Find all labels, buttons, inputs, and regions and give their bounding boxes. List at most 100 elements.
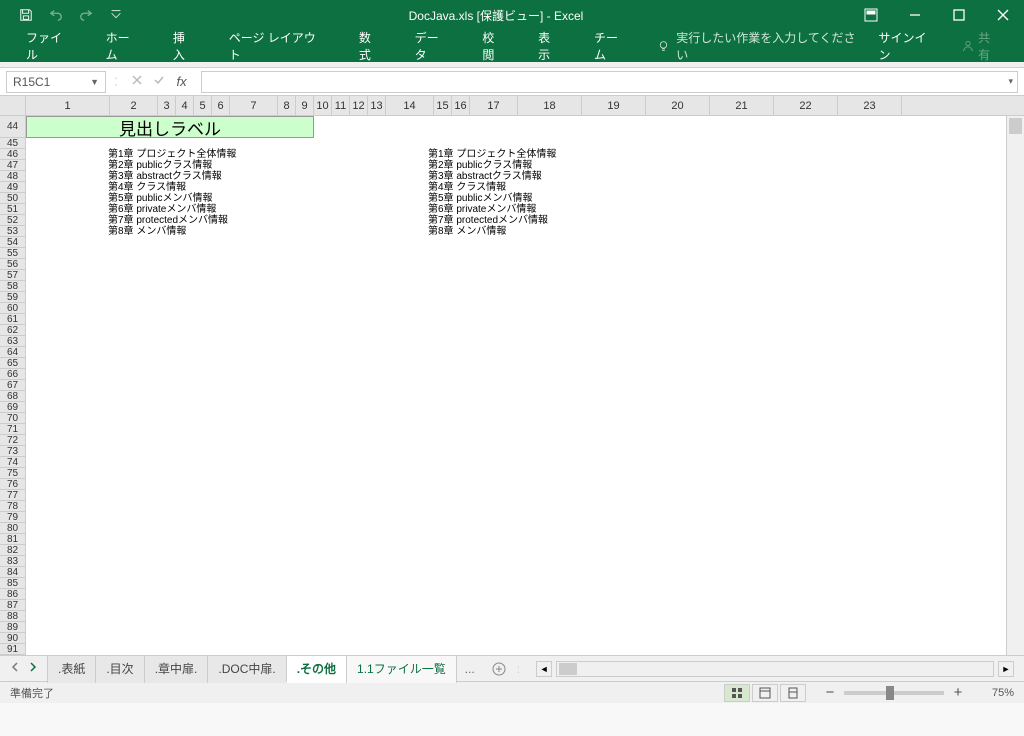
row-header[interactable]: 79: [0, 512, 25, 523]
row-header[interactable]: 56: [0, 259, 25, 270]
hscroll-right-icon[interactable]: ►: [998, 661, 1014, 677]
row-header[interactable]: 48: [0, 171, 25, 182]
row-header[interactable]: 81: [0, 534, 25, 545]
row-header[interactable]: 72: [0, 435, 25, 446]
row-header[interactable]: 75: [0, 468, 25, 479]
formula-expand-icon[interactable]: ▾: [1008, 76, 1013, 87]
list-item[interactable]: 第1章 プロジェクト全体情報: [428, 149, 556, 160]
row-header[interactable]: 91: [0, 644, 25, 655]
list-item[interactable]: 第7章 protectedメンバ情報: [428, 215, 556, 226]
column-header[interactable]: 18: [518, 96, 582, 115]
list-item[interactable]: 第1章 プロジェクト全体情報: [108, 149, 236, 160]
row-header[interactable]: 69: [0, 402, 25, 413]
row-header[interactable]: 57: [0, 270, 25, 281]
row-header[interactable]: 46: [0, 149, 25, 160]
list-item[interactable]: 第5章 publicメンバ情報: [108, 193, 236, 204]
row-header[interactable]: 70: [0, 413, 25, 424]
row-header[interactable]: 68: [0, 391, 25, 402]
sheet-tab[interactable]: .目次: [95, 655, 144, 683]
column-header[interactable]: 7: [230, 96, 278, 115]
tab-view[interactable]: 表示: [522, 23, 578, 69]
row-header[interactable]: 82: [0, 545, 25, 556]
list-item[interactable]: 第4章 クラス情報: [108, 182, 236, 193]
zoom-in-button[interactable]: +: [950, 686, 966, 700]
row-header[interactable]: 85: [0, 578, 25, 589]
row-header[interactable]: 52: [0, 215, 25, 226]
name-box[interactable]: R15C1 ▼: [6, 71, 106, 93]
list-item[interactable]: 第2章 publicクラス情報: [108, 160, 236, 171]
column-header[interactable]: 1: [26, 96, 110, 115]
row-header[interactable]: 63: [0, 336, 25, 347]
row-header[interactable]: 84: [0, 567, 25, 578]
page-layout-view-button[interactable]: [752, 684, 778, 702]
hscroll-left-icon[interactable]: ◄: [536, 661, 552, 677]
tell-me-search[interactable]: 実行したい作業を入力してください: [657, 29, 866, 63]
tab-insert[interactable]: 挿入: [157, 23, 213, 69]
column-header[interactable]: 4: [176, 96, 194, 115]
sheet-nav-prev-icon[interactable]: [10, 662, 20, 675]
sheet-tab[interactable]: .その他: [286, 655, 347, 683]
sheet-tab[interactable]: .章中扉.: [144, 655, 209, 683]
row-header[interactable]: 74: [0, 457, 25, 468]
tab-data[interactable]: データ: [399, 23, 467, 69]
column-header[interactable]: 13: [368, 96, 386, 115]
row-header[interactable]: 83: [0, 556, 25, 567]
list-item[interactable]: 第8章 メンバ情報: [108, 226, 236, 237]
hscroll-thumb[interactable]: [559, 663, 577, 675]
row-header[interactable]: 80: [0, 523, 25, 534]
row-header[interactable]: 77: [0, 490, 25, 501]
column-header[interactable]: 16: [452, 96, 470, 115]
close-icon[interactable]: [988, 4, 1018, 26]
maximize-icon[interactable]: [944, 4, 974, 26]
column-header[interactable]: 17: [470, 96, 518, 115]
tab-team[interactable]: チーム: [578, 23, 645, 69]
list-item[interactable]: 第2章 publicクラス情報: [428, 160, 556, 171]
list-item[interactable]: 第4章 クラス情報: [428, 182, 556, 193]
list-item[interactable]: 第3章 abstractクラス情報: [108, 171, 236, 182]
row-header[interactable]: 61: [0, 314, 25, 325]
column-header[interactable]: 11: [332, 96, 350, 115]
chevron-down-icon[interactable]: ▼: [90, 77, 99, 87]
tab-home[interactable]: ホーム: [90, 23, 157, 69]
row-header[interactable]: 62: [0, 325, 25, 336]
row-header[interactable]: 55: [0, 248, 25, 259]
vertical-scrollbar[interactable]: [1006, 116, 1024, 655]
tab-review[interactable]: 校閲: [466, 23, 522, 69]
row-header[interactable]: 59: [0, 292, 25, 303]
column-header[interactable]: 23: [838, 96, 902, 115]
column-header[interactable]: 12: [350, 96, 368, 115]
row-header[interactable]: 49: [0, 182, 25, 193]
column-header[interactable]: 21: [710, 96, 774, 115]
sheet-tab[interactable]: 1.1ファイル一覧: [346, 655, 457, 683]
list-item[interactable]: 第7章 protectedメンバ情報: [108, 215, 236, 226]
column-header[interactable]: 10: [314, 96, 332, 115]
zoom-slider[interactable]: [844, 691, 944, 695]
row-header[interactable]: 54: [0, 237, 25, 248]
row-header[interactable]: 44: [0, 116, 25, 138]
column-header[interactable]: 2: [110, 96, 158, 115]
row-header[interactable]: 58: [0, 281, 25, 292]
row-header[interactable]: 53: [0, 226, 25, 237]
column-header[interactable]: 15: [434, 96, 452, 115]
column-header[interactable]: 3: [158, 96, 176, 115]
list-item[interactable]: 第5章 publicメンバ情報: [428, 193, 556, 204]
row-header[interactable]: 73: [0, 446, 25, 457]
list-item[interactable]: 第6章 privateメンバ情報: [428, 204, 556, 215]
row-header[interactable]: 89: [0, 622, 25, 633]
sheet-nav-next-icon[interactable]: [28, 662, 38, 675]
header-label-cell[interactable]: 見出しラベル: [26, 116, 314, 138]
cells-area[interactable]: 見出しラベル 第1章 プロジェクト全体情報第2章 publicクラス情報第3章 …: [26, 116, 1006, 655]
qat-customize-icon[interactable]: [104, 4, 128, 26]
row-header[interactable]: 76: [0, 479, 25, 490]
select-all-corner[interactable]: [0, 96, 26, 116]
column-header[interactable]: 22: [774, 96, 838, 115]
page-break-view-button[interactable]: [780, 684, 806, 702]
zoom-slider-thumb[interactable]: [886, 686, 894, 700]
tab-pagelayout[interactable]: ページ レイアウト: [213, 23, 343, 69]
undo-icon[interactable]: [44, 4, 68, 26]
row-header[interactable]: 78: [0, 501, 25, 512]
row-header[interactable]: 51: [0, 204, 25, 215]
tab-formulas[interactable]: 数式: [343, 23, 399, 69]
hscroll-track[interactable]: [556, 661, 994, 677]
row-header[interactable]: 65: [0, 358, 25, 369]
